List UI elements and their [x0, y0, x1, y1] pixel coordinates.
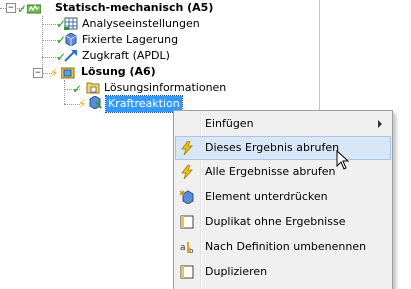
menu-item-label: Alle Ergebnisse abrufen: [205, 165, 336, 178]
tree-item-label: Kraftreaktion: [105, 95, 183, 113]
menu-item-label: Element unterdrücken: [205, 190, 328, 203]
collapse-icon[interactable]: −: [6, 3, 16, 13]
menu-item-evaluate-result[interactable]: Dieses Ergebnis abrufen: [175, 136, 391, 160]
check-icon: ✓: [17, 2, 28, 16]
menu-item-duplicate-without-results[interactable]: Duplikat ohne Ergebnisse: [176, 211, 390, 233]
lightning-icon: [181, 165, 193, 179]
solution-info-icon: [86, 82, 100, 94]
menu-item-duplicate[interactable]: Duplizieren: [176, 261, 390, 283]
rename-icon: a b: [180, 242, 194, 254]
duplicate-icon: [180, 265, 194, 279]
tree-item-label: Lösungsinformationen: [104, 81, 227, 94]
tree-item-label: Analyseeinstellungen: [82, 17, 200, 30]
menu-item-evaluate-all-results[interactable]: Alle Ergebnisse abrufen: [176, 161, 390, 183]
suppress-icon: [180, 190, 194, 204]
lightning-icon: ⚡: [50, 66, 59, 80]
menu-item-label: Dieses Ergebnis abrufen: [205, 141, 340, 154]
tree-connector: [64, 80, 65, 104]
menu-item-label: Duplikat ohne Ergebnisse: [205, 215, 346, 228]
fixed-support-icon: [65, 33, 77, 46]
settings-grid-icon: [64, 17, 78, 30]
mouse-cursor-icon: [336, 150, 350, 170]
menu-item-rename-by-definition[interactable]: a b Nach Definition umbenennen: [176, 236, 390, 258]
collapse-icon[interactable]: −: [33, 68, 43, 78]
tree-item-label: Fixierte Lagerung: [82, 33, 179, 46]
force-reaction-icon: [89, 96, 102, 109]
analysis-icon: [27, 4, 41, 14]
svg-text:b: b: [189, 247, 194, 254]
context-menu: Einfügen Dieses Ergebnis abrufen Alle Er…: [173, 110, 393, 289]
tree-item-label: Statisch-mechanisch (A5): [55, 1, 214, 14]
tree-item-label: Lösung (A6): [81, 65, 156, 78]
force-icon: [64, 50, 77, 62]
menu-item-label: Nach Definition umbenennen: [205, 240, 367, 253]
lightning-icon: [181, 141, 193, 155]
solution-icon: [61, 67, 75, 79]
menu-item-suppress[interactable]: Element unterdrücken: [176, 186, 390, 208]
svg-text:a: a: [180, 243, 186, 253]
menu-item-insert[interactable]: Einfügen: [176, 113, 390, 135]
duplicate-icon: [180, 215, 194, 229]
menu-item-label: Einfügen: [205, 117, 254, 130]
submenu-arrow-icon: [378, 120, 382, 128]
lightning-icon: ⚡: [78, 97, 87, 111]
tree-item-label: Zugkraft (APDL): [82, 49, 170, 62]
menu-item-label: Duplizieren: [205, 265, 268, 278]
check-icon: ✓: [72, 82, 83, 96]
